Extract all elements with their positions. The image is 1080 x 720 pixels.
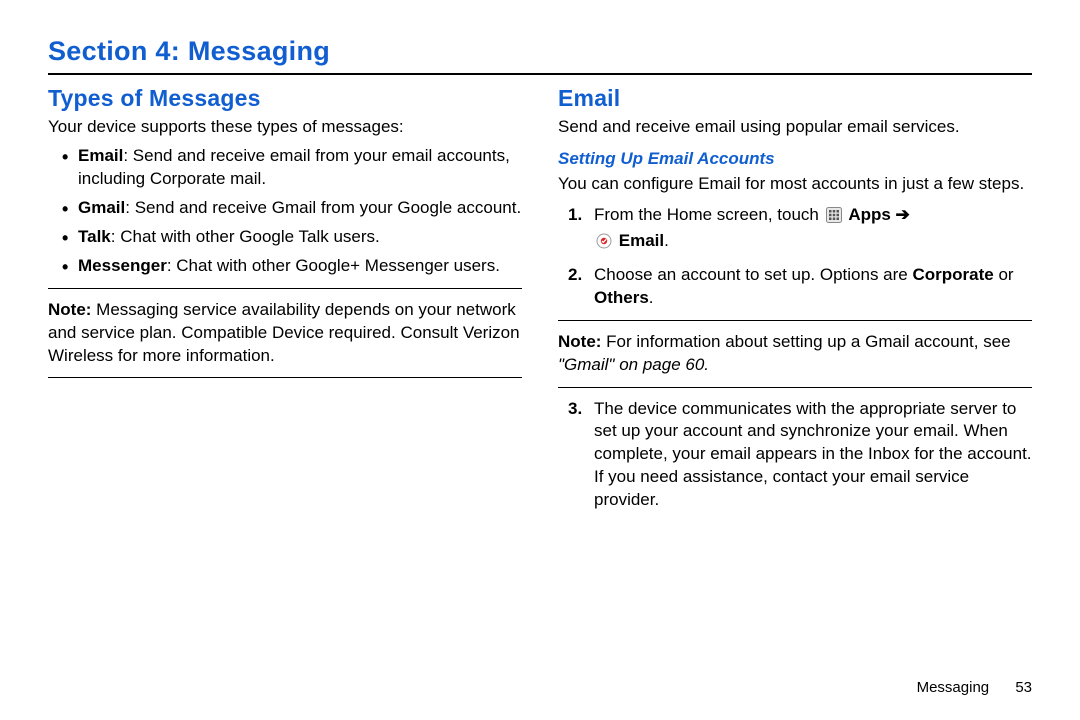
- bullet-text: : Send and receive Gmail from your Googl…: [125, 198, 521, 217]
- note-label: Note:: [48, 300, 91, 319]
- step-2: Choose an account to set up. Options are…: [558, 264, 1032, 310]
- title-rule: [48, 73, 1032, 75]
- two-column-layout: Types of Messages Your device supports t…: [48, 85, 1032, 520]
- list-item: Messenger: Chat with other Google+ Messe…: [66, 255, 522, 278]
- step1-text-a: From the Home screen, touch: [594, 205, 824, 224]
- step-3: The device communicates with the appropr…: [558, 398, 1032, 513]
- arrow-icon: ➔: [891, 205, 910, 224]
- heading-email: Email: [558, 85, 1032, 112]
- note2-ref: "Gmail": [558, 355, 614, 374]
- step1-period: .: [664, 231, 669, 250]
- list-item: Email: Send and receive email from your …: [66, 145, 522, 191]
- bullet-label: Messenger: [78, 256, 167, 275]
- section-title: Section 4: Messaging: [48, 36, 1032, 67]
- step2-period: .: [649, 288, 654, 307]
- bullet-text: : Chat with other Google Talk users.: [111, 227, 380, 246]
- note2-text-b: on page 60.: [614, 355, 709, 374]
- bullet-label: Gmail: [78, 198, 125, 217]
- step2-text-a: Choose an account to set up. Options are: [594, 265, 912, 284]
- note2-label: Note:: [558, 332, 601, 351]
- list-item: Gmail: Send and receive Gmail from your …: [66, 197, 522, 220]
- setup-intro: You can configure Email for most account…: [558, 173, 1032, 196]
- note2-text-a: For information about setting up a Gmail…: [601, 332, 1010, 351]
- email-icon: [596, 233, 612, 256]
- left-intro: Your device supports these types of mess…: [48, 116, 522, 139]
- manual-page: Section 4: Messaging Types of Messages Y…: [0, 0, 1080, 720]
- subheading-setting-up-email: Setting Up Email Accounts: [558, 149, 1032, 169]
- setup-steps-cont: The device communicates with the appropr…: [558, 398, 1032, 513]
- right-column: Email Send and receive email using popul…: [558, 85, 1032, 520]
- bullet-text: : Chat with other Google+ Messenger user…: [167, 256, 500, 275]
- note-block: Note: Messaging service availability dep…: [48, 299, 522, 368]
- note2-top-rule: [558, 320, 1032, 321]
- step1-apps-label: Apps: [848, 205, 891, 224]
- apps-icon: [826, 207, 842, 230]
- footer-chapter: Messaging: [917, 679, 990, 696]
- bullet-label: Talk: [78, 227, 111, 246]
- left-column: Types of Messages Your device supports t…: [48, 85, 522, 520]
- email-intro: Send and receive email using popular ema…: [558, 116, 1032, 139]
- bullet-text: : Send and receive email from your email…: [78, 146, 510, 188]
- note-text: Messaging service availability depends o…: [48, 300, 520, 365]
- bullet-label: Email: [78, 146, 123, 165]
- step-1: From the Home screen, touch Apps ➔: [558, 204, 1032, 256]
- heading-types-of-messages: Types of Messages: [48, 85, 522, 112]
- note-bottom-rule: [48, 377, 522, 378]
- step2-others: Others: [594, 288, 649, 307]
- note2-block: Note: For information about setting up a…: [558, 331, 1032, 377]
- list-item: Talk: Chat with other Google Talk users.: [66, 226, 522, 249]
- step2-mid: or: [994, 265, 1014, 284]
- setup-steps: From the Home screen, touch Apps ➔: [558, 204, 1032, 310]
- step1-email-label: Email: [619, 231, 664, 250]
- step2-corporate: Corporate: [912, 265, 993, 284]
- note2-bottom-rule: [558, 387, 1032, 388]
- note-top-rule: [48, 288, 522, 289]
- page-footer: Messaging 53: [917, 679, 1032, 696]
- footer-page-number: 53: [1015, 679, 1032, 696]
- message-types-list: Email: Send and receive email from your …: [48, 145, 522, 278]
